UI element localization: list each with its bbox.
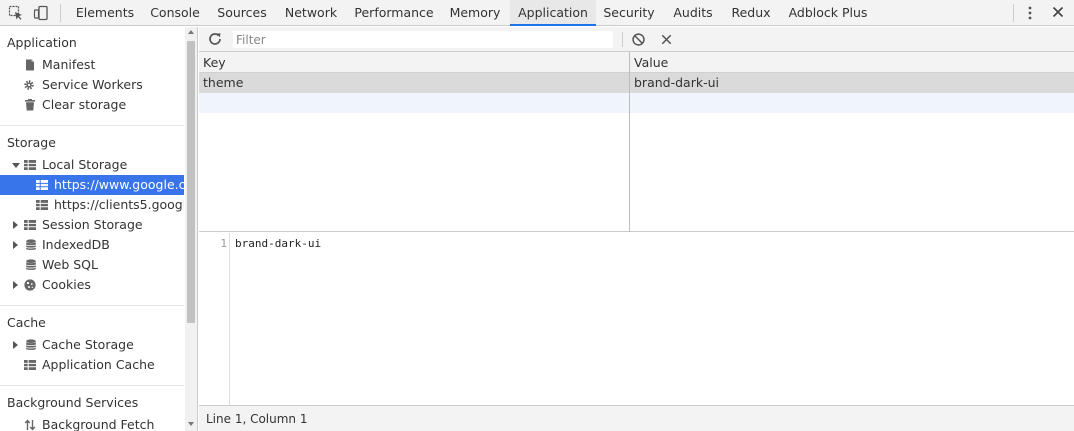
column-resizer[interactable]: [629, 52, 630, 232]
sidebar-item-web-sql[interactable]: Web SQL: [10, 255, 182, 275]
tab-console[interactable]: Console: [142, 0, 208, 26]
cursor-position: Line 1, Column 1: [206, 412, 308, 426]
cell-value[interactable]: brand-dark-ui: [634, 73, 719, 93]
sidebar-item-cache-storage[interactable]: Cache Storage: [10, 335, 182, 355]
device-toggle-icon[interactable]: [33, 5, 49, 21]
sidebar-item-label: Application Cache: [42, 357, 155, 372]
gear-icon: [24, 80, 34, 90]
sidebar-item-label: Cache Storage: [42, 337, 134, 352]
sidebar-item-label: Clear storage: [42, 97, 127, 112]
section-storage-title: Storage: [7, 135, 56, 150]
code-line[interactable]: brand-dark-ui: [235, 237, 321, 250]
grid-icon: [24, 160, 36, 170]
sidebar-item-service-workers[interactable]: Service Workers: [22, 75, 182, 95]
scrollbar-thumb[interactable]: [187, 41, 195, 323]
clear-all-icon[interactable]: [631, 32, 646, 47]
grid-icon: [24, 220, 36, 230]
section-background-services-title: Background Services: [7, 395, 139, 410]
inspect-icon[interactable]: [8, 5, 24, 21]
chevron-right-icon[interactable]: [13, 341, 18, 349]
sidebar-item-session-storage[interactable]: Session Storage: [10, 215, 182, 235]
sidebar-item-label: Local Storage: [42, 157, 128, 172]
grid-header: Key Value: [199, 52, 1074, 73]
toolbar-separator: [1013, 4, 1014, 22]
sidebar-item-clients5-google-com[interactable]: https://clients5.google.com: [34, 195, 184, 215]
value-preview-editor[interactable]: 1 brand-dark-ui: [199, 233, 1074, 405]
sidebar-item-label: https://clients5.google.com: [54, 197, 184, 212]
sidebar-item-label: Service Workers: [42, 77, 143, 92]
tab-application[interactable]: Application: [510, 0, 596, 26]
tab-security[interactable]: Security: [598, 0, 660, 26]
sidebar-item-label: Session Storage: [42, 217, 143, 232]
close-icon[interactable]: [1050, 4, 1066, 20]
sidebar-item-background-fetch[interactable]: Background Fetch: [10, 415, 182, 431]
column-header-key[interactable]: Key: [203, 52, 226, 73]
sidebar-item-local-storage[interactable]: Local Storage: [10, 155, 182, 175]
storage-toolbar: [199, 27, 1074, 52]
line-number-gutter: 1: [199, 233, 230, 405]
tab-network[interactable]: Network: [276, 0, 346, 26]
document-icon: [26, 59, 34, 71]
sidebar-item-label: https://www.google.com: [54, 177, 184, 192]
filter-input[interactable]: [233, 31, 613, 48]
sidebar-item-indexeddb[interactable]: IndexedDB: [10, 235, 182, 255]
chevron-right-icon[interactable]: [13, 221, 18, 229]
chevron-down-icon[interactable]: [12, 163, 20, 168]
sidebar-divider: [0, 305, 184, 306]
database-icon: [25, 239, 37, 250]
sidebar-divider: [0, 385, 184, 386]
table-row-empty[interactable]: [199, 93, 1074, 113]
line-number: 1: [220, 237, 227, 250]
cookie-icon: [24, 279, 36, 291]
sidebar-divider: [0, 125, 184, 126]
grid-icon: [36, 180, 48, 190]
grid-icon: [24, 360, 36, 370]
toolbar-separator: [622, 32, 623, 47]
sidebar-item-cookies[interactable]: Cookies: [10, 275, 182, 295]
column-header-value[interactable]: Value: [634, 52, 668, 73]
database-icon: [25, 259, 37, 270]
sidebar-scrollbar[interactable]: [185, 27, 197, 431]
delete-icon[interactable]: [659, 32, 674, 47]
storage-data-grid: Key Value theme brand-dark-ui: [199, 52, 1074, 232]
sidebar-item-application-cache[interactable]: Application Cache: [10, 355, 182, 375]
sidebar-item-label: Manifest: [42, 57, 96, 72]
devtools-tab-bar: Elements Console Sources Network Perform…: [0, 0, 1074, 26]
tab-performance[interactable]: Performance: [346, 0, 442, 26]
table-row[interactable]: theme brand-dark-ui: [199, 73, 1074, 93]
section-application-title: Application: [7, 35, 77, 50]
sidebar-item-label: Background Fetch: [42, 417, 155, 431]
database-icon: [25, 339, 37, 350]
section-cache-title: Cache: [7, 315, 46, 330]
status-bar: Line 1, Column 1: [199, 405, 1074, 431]
up-down-arrows-icon: [24, 419, 36, 431]
tab-sources[interactable]: Sources: [208, 0, 276, 26]
sidebar-item-manifest[interactable]: Manifest: [22, 55, 182, 75]
sidebar-item-clear-storage[interactable]: Clear storage: [22, 95, 182, 115]
tab-adblock-plus[interactable]: Adblock Plus: [784, 0, 872, 26]
refresh-icon[interactable]: [207, 31, 223, 47]
tab-memory[interactable]: Memory: [442, 0, 508, 26]
sidebar-item-label: Web SQL: [42, 257, 98, 272]
more-vertical-icon[interactable]: [1025, 5, 1035, 21]
scroll-down-icon[interactable]: [188, 422, 194, 426]
chevron-right-icon[interactable]: [13, 281, 18, 289]
scroll-up-icon[interactable]: [188, 30, 194, 34]
sidebar-item-google-com[interactable]: https://www.google.com: [34, 175, 184, 195]
sidebar-item-label: IndexedDB: [42, 237, 110, 252]
sidebar-item-label: Cookies: [42, 277, 91, 292]
tab-audits[interactable]: Audits: [666, 0, 720, 26]
tab-redux[interactable]: Redux: [726, 0, 776, 26]
toolbar-separator: [60, 4, 61, 22]
cell-key[interactable]: theme: [203, 73, 243, 93]
chevron-right-icon[interactable]: [13, 241, 18, 249]
trash-icon: [25, 99, 35, 111]
grid-icon: [36, 200, 48, 210]
application-sidebar: Application Manifest Service Workers Cle…: [0, 27, 198, 431]
tab-elements[interactable]: Elements: [68, 0, 142, 26]
